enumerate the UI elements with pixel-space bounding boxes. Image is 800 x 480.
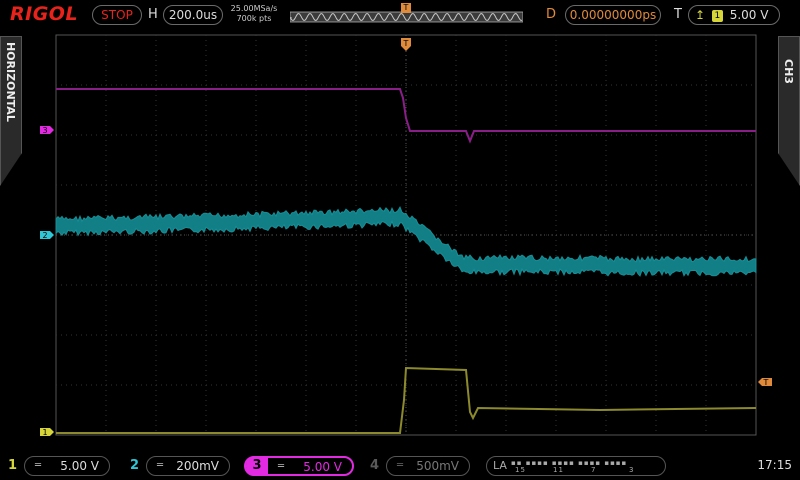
la-tick-15: 15 <box>515 466 526 474</box>
la-tick-11: 11 <box>553 466 564 474</box>
la-label: LA <box>493 459 507 472</box>
brand-logo: RIGOL <box>10 3 79 25</box>
ch1-number[interactable]: 1 <box>8 458 17 473</box>
run-stop-button[interactable]: STOP <box>92 5 142 25</box>
trigger-level-marker[interactable]: T <box>758 378 772 387</box>
ch4-scale-box[interactable]: ═ 500mV <box>386 456 470 476</box>
channel-bar: 1 ═ 5.00 V 2 ═ 200mV 3 ═ 5.00 V 4 ═ 500m… <box>0 452 800 480</box>
ch2-level-marker[interactable]: 2 <box>40 231 54 240</box>
waveform-display[interactable]: 3 2 1 T T <box>0 30 800 450</box>
dc-coupling-icon: ═ <box>35 460 42 471</box>
ch1-scale-box[interactable]: ═ 5.00 V <box>24 456 110 476</box>
la-tick-3: 3 <box>629 466 635 474</box>
ch2-scale-box[interactable]: ═ 200mV <box>146 456 230 476</box>
delay-label: D <box>546 7 557 22</box>
ch4-number[interactable]: 4 <box>370 458 379 473</box>
trigger-label: T <box>674 7 682 22</box>
ch1-level-marker[interactable]: 1 <box>40 428 54 437</box>
ch2-number[interactable]: 2 <box>130 458 139 473</box>
timebase-value[interactable]: 200.0us <box>163 5 223 25</box>
trigger-source-badge: 1 <box>711 10 723 22</box>
trigger-level-value: 5.00 V <box>729 8 769 22</box>
ch1-scale: 5.00 V <box>60 459 99 473</box>
horizontal-delay-value[interactable]: 0.00000000ps <box>565 5 661 25</box>
trigger-position-marker[interactable]: T <box>401 38 411 51</box>
la-tick-7: 7 <box>591 466 597 474</box>
svg-text:T: T <box>403 39 409 48</box>
ch2-scale: 200mV <box>176 459 219 473</box>
sample-rate: 25.00MSa/s <box>230 4 278 13</box>
memory-depth: 700k pts <box>236 14 272 23</box>
rising-edge-icon: ↥ <box>695 8 706 22</box>
status-bar: RIGOL STOP H 200.0us 25.00MSa/s 700k pts… <box>0 0 800 30</box>
ch3-scale-box[interactable]: 3 ═ 5.00 V <box>244 456 354 476</box>
ch3-level-marker[interactable]: 3 <box>40 126 54 135</box>
acquisition-info: 25.00MSa/s 700k pts <box>230 4 278 24</box>
svg-text:1: 1 <box>42 428 47 437</box>
memory-trigger-marker: T <box>401 3 411 13</box>
ch3-scale: 5.00 V <box>303 460 342 474</box>
ch3-waveform <box>56 88 756 144</box>
svg-text:T: T <box>763 378 769 387</box>
dc-coupling-icon: ═ <box>397 460 404 471</box>
clock: 17:15 <box>757 458 792 472</box>
dc-coupling-icon: ═ <box>157 460 164 471</box>
la-channel-map: ▪▪ ▪▪▪▪ ▪▪▪▪ ▪▪▪▪ ▪▪▪▪ 15 11 7 3 <box>511 459 635 474</box>
logic-analyzer-box[interactable]: LA ▪▪ ▪▪▪▪ ▪▪▪▪ ▪▪▪▪ ▪▪▪▪ 15 11 7 3 <box>486 456 666 476</box>
svg-text:2: 2 <box>42 231 47 240</box>
ch3-number: 3 <box>246 456 268 476</box>
trigger-settings[interactable]: ↥ 1 5.00 V <box>688 5 780 25</box>
svg-text:3: 3 <box>42 126 47 135</box>
dc-coupling-icon: ═ <box>278 461 285 472</box>
horizontal-label: H <box>148 7 158 22</box>
ch4-scale: 500mV <box>416 459 459 473</box>
